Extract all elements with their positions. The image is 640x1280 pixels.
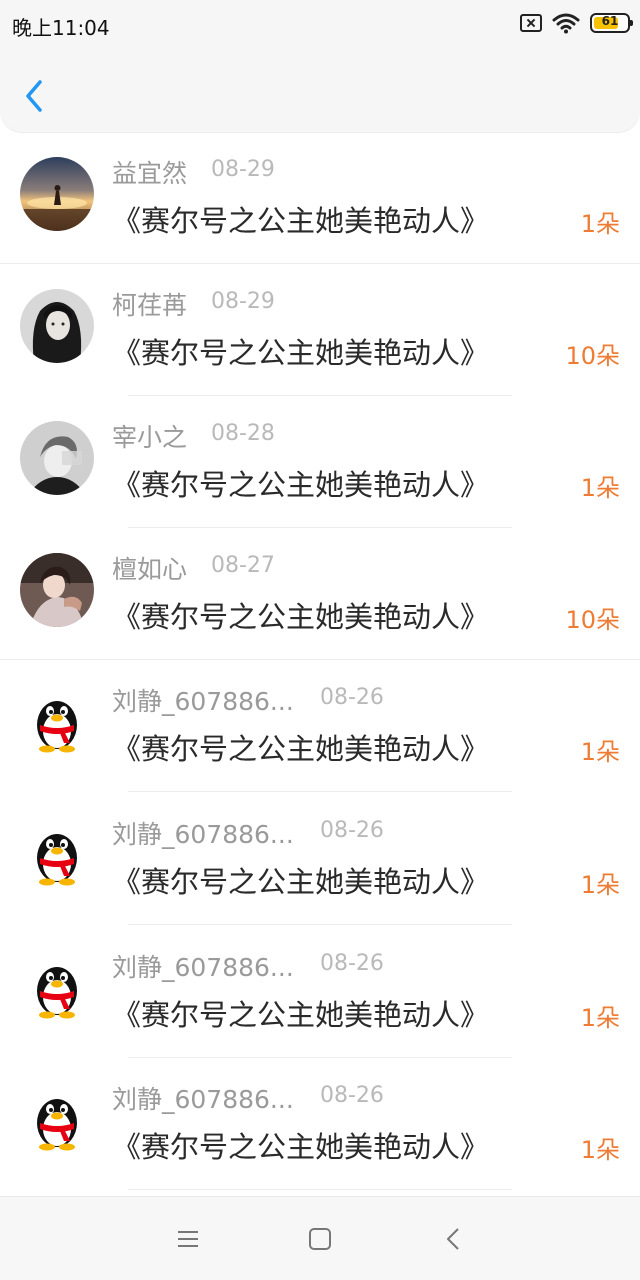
gift-count: 10朵 — [565, 606, 620, 634]
header-area: 晚上11:04 61 — [0, 0, 640, 132]
user-name: 刘静_607886... — [112, 687, 294, 716]
date: 08-26 — [320, 818, 384, 843]
navigation-bar — [0, 1196, 640, 1280]
date: 08-27 — [211, 553, 275, 578]
avatar[interactable] — [20, 951, 94, 1025]
gift-count: 1朵 — [580, 871, 620, 899]
date: 08-29 — [211, 157, 275, 182]
date: 08-26 — [320, 951, 384, 976]
date: 08-26 — [320, 1083, 384, 1108]
battery-percent: 61 — [601, 14, 619, 28]
penguin-avatar-icon — [20, 818, 94, 892]
list-item[interactable]: 刘静_607886... 08-26 《赛尔号之公主她美艳动人》 1朵 — [0, 660, 640, 792]
gift-count: 10朵 — [565, 342, 620, 370]
date: 08-28 — [211, 421, 275, 446]
divider — [128, 791, 512, 792]
home-square-icon — [309, 1228, 331, 1250]
avatar[interactable] — [20, 289, 94, 363]
list-item[interactable]: 宰小之 08-28 《赛尔号之公主她美艳动人》 1朵 — [0, 396, 640, 528]
gift-title: 《赛尔号之公主她美艳动人》 — [112, 600, 490, 634]
chevron-left-icon — [26, 80, 42, 112]
user-name: 柯荏苒 — [112, 291, 188, 320]
avatar[interactable] — [20, 157, 94, 231]
sunset-photo-image — [20, 157, 94, 231]
user-name: 刘静_607886... — [112, 820, 294, 849]
user-name: 宰小之 — [112, 423, 188, 452]
avatar[interactable] — [20, 421, 94, 495]
gift-count: 1朵 — [580, 474, 620, 502]
system-back-button[interactable] — [440, 1225, 468, 1253]
user-name: 刘静_607886... — [112, 1085, 294, 1114]
list-item[interactable]: 刘静_607886... 08-26 《赛尔号之公主她美艳动人》 1朵 — [0, 1058, 640, 1190]
gift-title: 《赛尔号之公主她美艳动人》 — [112, 1130, 490, 1164]
penguin-avatar-icon — [20, 951, 94, 1025]
list-item[interactable]: 柯荏苒 08-29 《赛尔号之公主她美艳动人》 10朵 — [0, 264, 640, 396]
avatar[interactable] — [20, 685, 94, 759]
list-item[interactable]: 刘静_607886... 08-26 《赛尔号之公主她美艳动人》 1朵 — [0, 793, 640, 925]
avatar[interactable] — [20, 1083, 94, 1157]
gift-title: 《赛尔号之公主她美艳动人》 — [112, 732, 490, 766]
date: 08-26 — [320, 685, 384, 710]
bw-portrait-image — [20, 289, 94, 363]
status-bar: 晚上11:04 61 — [0, 0, 640, 50]
gift-title: 《赛尔号之公主她美艳动人》 — [112, 336, 490, 370]
back-triangle-icon — [447, 1228, 459, 1250]
status-time: 晚上11:04 — [12, 16, 110, 40]
menu-icon — [178, 1231, 198, 1247]
gift-count: 1朵 — [580, 210, 620, 238]
sim-off-icon — [520, 14, 542, 32]
user-name: 刘静_607886... — [112, 953, 294, 982]
list-item[interactable]: 益宜然 08-29 《赛尔号之公主她美艳动人》 1朵 — [0, 132, 640, 264]
list-item[interactable]: 檀如心 08-27 《赛尔号之公主她美艳动人》 10朵 — [0, 528, 640, 660]
divider — [128, 924, 512, 925]
battery-tip — [630, 20, 633, 26]
status-icons: 61 — [520, 12, 633, 34]
avatar[interactable] — [20, 818, 94, 892]
gift-title: 《赛尔号之公主她美艳动人》 — [112, 998, 490, 1032]
gift-title: 《赛尔号之公主她美艳动人》 — [112, 468, 490, 502]
gift-title: 《赛尔号之公主她美艳动人》 — [112, 865, 490, 899]
battery-icon: 61 — [590, 13, 633, 33]
penguin-avatar-icon — [20, 685, 94, 759]
color-portrait-image — [20, 553, 94, 627]
penguin-avatar-icon — [20, 1083, 94, 1157]
user-name: 益宜然 — [112, 159, 188, 188]
gift-title: 《赛尔号之公主她美艳动人》 — [112, 204, 490, 238]
divider — [128, 1189, 512, 1190]
gray-portrait-image — [20, 421, 94, 495]
gift-count: 1朵 — [580, 1004, 620, 1032]
menu-button[interactable] — [174, 1225, 202, 1253]
gift-count: 1朵 — [580, 738, 620, 766]
home-button[interactable] — [306, 1225, 334, 1253]
back-button[interactable] — [18, 72, 58, 120]
list-item[interactable]: 刘静_607886... 08-26 《赛尔号之公主她美艳动人》 1朵 — [0, 926, 640, 1058]
user-name: 檀如心 — [112, 555, 188, 584]
avatar[interactable] — [20, 553, 94, 627]
gift-count: 1朵 — [580, 1136, 620, 1164]
date: 08-29 — [211, 289, 275, 314]
wifi-icon — [552, 13, 580, 34]
